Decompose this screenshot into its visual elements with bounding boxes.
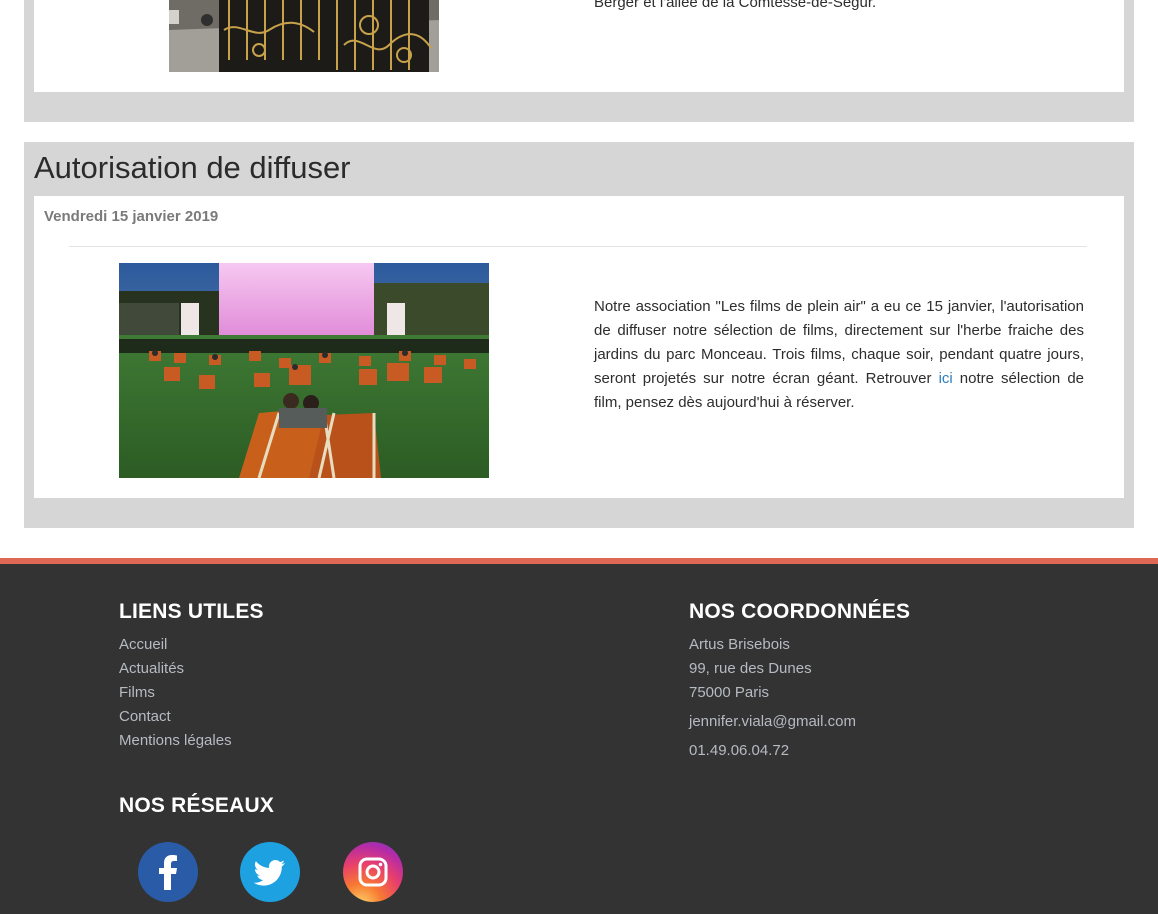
contact-email[interactable]: jennifer.viala@gmail.com	[689, 713, 856, 730]
article-title: Autorisation de diffuser	[34, 150, 351, 185]
facebook-icon[interactable]	[138, 842, 198, 902]
social-heading: NOS RÉSEAUX	[119, 794, 275, 817]
article-card-previous: Berger et l'allée de la Comtesse-de-Ségu…	[24, 0, 1134, 122]
park-gate-photo	[169, 0, 439, 72]
contact-name: Artus Brisebois	[689, 636, 790, 653]
article-card: Autorisation de diffuser Vendredi 15 jan…	[24, 142, 1134, 528]
footer-link-mentions-legales[interactable]: Mentions légales	[119, 729, 232, 753]
outdoor-cinema-photo	[119, 263, 489, 478]
article-text: Notre association "Les films de plein ai…	[594, 295, 1084, 415]
article-text-previous: Berger et l'allée de la Comtesse-de-Ségu…	[594, 0, 877, 11]
article-body: Vendredi 15 janvier 2019 Notre associati…	[34, 196, 1124, 498]
article-body-previous: Berger et l'allée de la Comtesse-de-Ségu…	[34, 0, 1124, 92]
article-divider	[69, 246, 1087, 247]
links-heading: LIENS UTILES	[119, 600, 264, 623]
contact-phone[interactable]: 01.49.06.04.72	[689, 742, 789, 759]
footer-link-contact[interactable]: Contact	[119, 705, 232, 729]
contact-heading: NOS COORDONNÉES	[689, 600, 911, 623]
instagram-icon[interactable]	[343, 842, 403, 902]
footer-link-actualites[interactable]: Actualités	[119, 657, 232, 681]
footer-link-accueil[interactable]: Accueil	[119, 633, 232, 657]
twitter-icon[interactable]	[240, 842, 300, 902]
article-date: Vendredi 15 janvier 2019	[44, 208, 219, 225]
contact-city: 75000 Paris	[689, 684, 770, 701]
footer-link-films[interactable]: Films	[119, 681, 232, 705]
contact-street: 99, rue des Dunes	[689, 660, 812, 677]
useful-links-list: Accueil Actualités Films Contact Mention…	[119, 633, 232, 753]
article-link-ici[interactable]: ici	[939, 370, 953, 387]
site-footer: LIENS UTILES Accueil Actualités Films Co…	[0, 558, 1158, 914]
